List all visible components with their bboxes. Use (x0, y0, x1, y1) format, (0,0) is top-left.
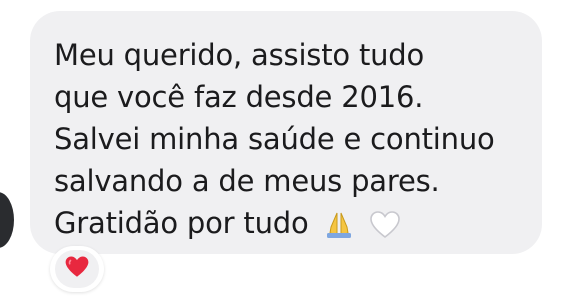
message-bubble[interactable]: Meu querido, assisto tudo que você faz d… (30, 11, 542, 254)
chat-view: Meu querido, assisto tudo que você faz d… (0, 0, 568, 305)
message-line-last: Gratidão por tudo (54, 202, 542, 250)
message-line-text: Gratidão por tudo (54, 206, 309, 240)
message-line: que você faz desde 2016. (54, 80, 424, 114)
message-line: salvando a de meus pares. (54, 164, 440, 198)
sender-avatar[interactable] (0, 192, 14, 248)
red-heart-emoji (64, 255, 90, 283)
message-line: Meu querido, assisto tudo (54, 38, 425, 72)
reaction-badge-inner (55, 250, 99, 288)
white-heart-emoji (369, 208, 401, 250)
reaction-badge[interactable] (50, 246, 104, 292)
folded-hands-emoji (324, 208, 354, 250)
message-line: Salvei minha saúde e continuo (54, 122, 495, 156)
